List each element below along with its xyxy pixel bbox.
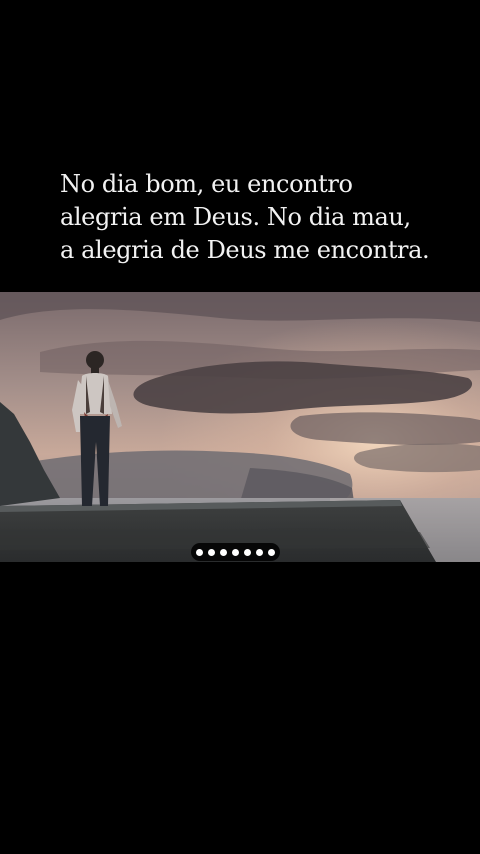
quote-line-1: No dia bom, eu encontro	[60, 170, 353, 198]
pager-dot[interactable]	[268, 548, 275, 556]
pager-dot[interactable]	[256, 548, 263, 556]
quote-text: No dia bom, eu encontro alegria em Deus.…	[60, 168, 460, 267]
cliff-scene-illustration	[0, 292, 480, 562]
pager-dot[interactable]	[244, 548, 251, 556]
pager-dot[interactable]	[196, 548, 203, 556]
quote-line-2: alegria em Deus. No dia mau,	[60, 203, 411, 231]
pager-dot[interactable]	[220, 548, 227, 556]
pager-dot[interactable]	[208, 548, 215, 556]
pager-dot[interactable]	[232, 548, 239, 556]
video-frame[interactable]	[0, 292, 480, 562]
story-pager	[191, 543, 280, 561]
story-screen[interactable]: No dia bom, eu encontro alegria em Deus.…	[0, 0, 480, 854]
quote-line-3: a alegria de Deus me encontra.	[60, 236, 430, 264]
